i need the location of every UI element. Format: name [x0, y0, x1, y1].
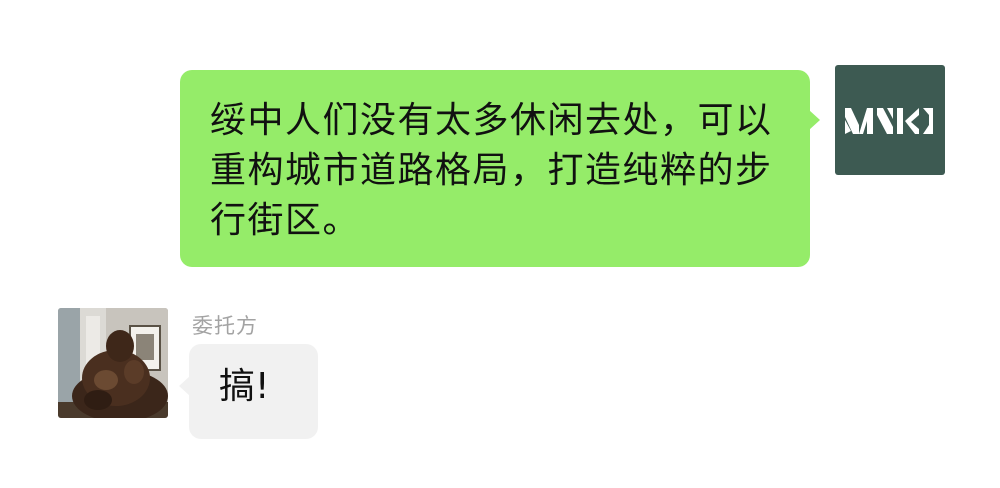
outgoing-message: 绥中人们没有太多休闲去处，可以重构城市道路格局，打造纯粹的步行街区。	[0, 0, 1000, 280]
sender-name: 委托方	[192, 314, 258, 338]
outgoing-message-text: 绥中人们没有太多休闲去处，可以重构城市道路格局，打造纯粹的步行街区。	[210, 100, 773, 241]
mvki-logo-icon	[845, 108, 933, 134]
incoming-message-text: 搞!	[219, 366, 270, 407]
sculpture-photo-icon	[58, 308, 168, 418]
incoming-message: 委托方 搞!	[0, 290, 1000, 450]
sculpture-photo-avatar[interactable]	[58, 308, 168, 418]
incoming-message-bubble[interactable]: 搞!	[179, 344, 318, 439]
mvki-logo-avatar[interactable]	[835, 65, 945, 175]
outgoing-message-bubble[interactable]: 绥中人们没有太多休闲去处，可以重构城市道路格局，打造纯粹的步行街区。	[180, 70, 820, 267]
